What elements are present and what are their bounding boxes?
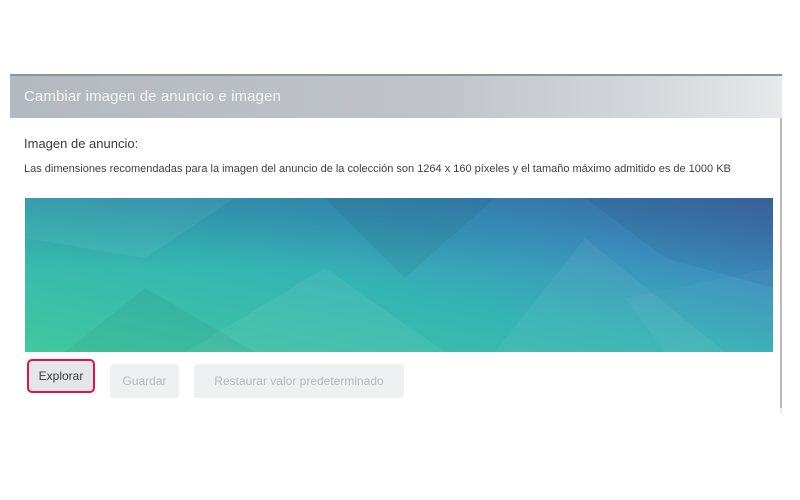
change-image-dialog: Cambiar imagen de anuncio e imagen Image… — [10, 74, 782, 414]
save-button[interactable]: Guardar — [110, 364, 179, 398]
dimensions-description: Las dimensiones recomendadas para la ima… — [24, 163, 731, 175]
dialog-header: Cambiar imagen de anuncio e imagen — [10, 74, 782, 118]
restore-default-button[interactable]: Restaurar valor predeterminado — [194, 364, 404, 398]
scrollbar-thumb[interactable] — [780, 118, 782, 408]
dialog-title: Cambiar imagen de anuncio e imagen — [24, 88, 281, 105]
explore-button[interactable]: Explorar — [27, 359, 95, 393]
banner-image-preview — [25, 198, 773, 352]
banner-image-label: Imagen de anuncio: — [24, 136, 139, 151]
